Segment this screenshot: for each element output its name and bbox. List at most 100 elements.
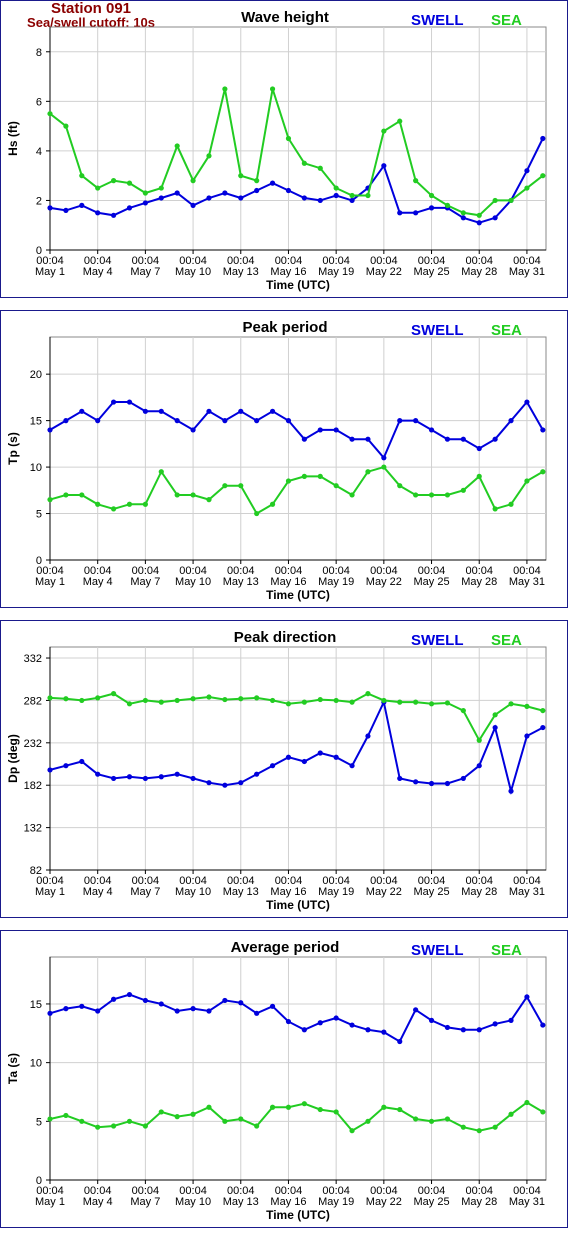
data-point-sea — [63, 492, 69, 498]
x-tick-date: May 16 — [270, 886, 306, 898]
data-point-swell — [190, 202, 196, 208]
y-tick-label: 232 — [24, 738, 42, 750]
data-point-swell — [285, 1018, 292, 1025]
data-point-sea — [285, 701, 292, 707]
data-point-sea — [317, 1106, 323, 1113]
data-point-swell — [110, 996, 117, 1002]
data-point-sea — [301, 699, 307, 705]
x-tick-date: May 28 — [461, 886, 497, 898]
data-point-swell — [444, 780, 451, 787]
data-point-sea — [79, 697, 85, 704]
plot-area — [49, 956, 547, 1181]
data-point-sea — [381, 697, 387, 704]
data-point-swell — [460, 775, 466, 782]
x-tick-date: May 22 — [366, 576, 402, 588]
x-tick-date: May 4 — [83, 576, 113, 588]
data-point-sea — [540, 173, 546, 179]
data-point-swell — [222, 190, 228, 196]
data-point-swell — [190, 775, 196, 782]
x-tick-date: May 16 — [270, 266, 306, 278]
data-point-swell — [254, 187, 260, 194]
data-point-swell — [492, 215, 498, 221]
x-tick-date: May 13 — [223, 266, 259, 278]
data-point-swell — [254, 771, 260, 777]
data-point-swell — [158, 195, 164, 201]
data-point-sea — [413, 178, 419, 184]
data-point-swell — [492, 1021, 498, 1027]
data-point-swell — [476, 763, 482, 769]
data-point-sea — [142, 1123, 148, 1129]
data-point-swell — [126, 991, 133, 998]
data-point-swell — [301, 1027, 307, 1033]
data-point-swell — [397, 1038, 403, 1045]
data-point-sea — [79, 173, 85, 179]
data-point-swell — [301, 758, 307, 765]
data-point-sea — [540, 1109, 546, 1115]
data-point-sea — [95, 501, 101, 507]
data-point-sea — [95, 1124, 101, 1130]
data-point-swell — [126, 774, 133, 780]
x-tick-date: May 10 — [175, 1196, 211, 1208]
data-point-sea — [476, 212, 482, 218]
data-point-swell — [142, 408, 148, 414]
data-point-sea — [381, 464, 387, 470]
chart-title: Average period — [231, 939, 340, 956]
legend-swell: SWELL — [411, 322, 464, 339]
x-tick-date: May 10 — [175, 266, 211, 278]
y-tick-label: 20 — [30, 369, 42, 381]
data-point-sea — [317, 165, 323, 171]
data-point-sea — [476, 473, 482, 479]
peak-period-panel: Peak period SWELL SEA 0 5 10 15 20 00:04 May 1 00:… — [0, 310, 568, 608]
y-axis-label: Hs (ft) — [6, 121, 20, 156]
data-point-sea — [47, 497, 53, 503]
data-point-sea — [333, 483, 339, 489]
data-point-swell — [413, 418, 419, 424]
data-point-sea — [142, 190, 148, 196]
data-point-swell — [238, 780, 244, 786]
data-point-sea — [365, 1118, 371, 1124]
data-point-swell — [492, 436, 498, 442]
data-point-sea — [126, 501, 133, 507]
data-point-swell — [333, 427, 339, 433]
y-tick-label: 10 — [30, 462, 42, 474]
chart-title: Peak direction — [234, 629, 337, 646]
data-point-swell — [174, 190, 180, 196]
data-point-swell — [444, 1024, 451, 1031]
data-point-sea — [492, 1124, 498, 1130]
data-point-swell — [222, 782, 228, 788]
data-point-swell — [428, 427, 435, 433]
data-point-swell — [238, 195, 244, 201]
x-tick-date: May 19 — [318, 1196, 354, 1208]
data-point-swell — [428, 205, 435, 211]
data-point-swell — [63, 763, 69, 769]
data-point-sea — [349, 192, 355, 199]
data-point-swell — [317, 750, 323, 756]
data-point-swell — [428, 780, 435, 787]
data-point-sea — [142, 501, 148, 507]
data-point-swell — [110, 399, 117, 405]
data-point-sea — [444, 700, 451, 706]
plot-area — [49, 646, 547, 871]
data-point-swell — [413, 779, 419, 785]
x-tick-date: May 7 — [130, 1196, 160, 1208]
data-point-sea — [508, 197, 514, 204]
x-tick-date: May 25 — [413, 576, 449, 588]
data-point-swell — [381, 163, 387, 169]
y-tick-label: 282 — [24, 695, 42, 707]
data-point-sea — [460, 210, 466, 216]
data-point-sea — [238, 173, 244, 179]
x-tick-date: May 19 — [318, 266, 354, 278]
wave-height-panel: Station 091 Sea/swell cutoff: 10s Wave h… — [0, 0, 568, 298]
legend-swell: SWELL — [411, 632, 464, 649]
x-tick-date: May 22 — [366, 1196, 402, 1208]
x-tick-date: May 1 — [35, 576, 65, 588]
x-axis-label: Time (UTC) — [266, 1208, 330, 1222]
x-tick-date: May 28 — [461, 576, 497, 588]
data-point-sea — [254, 1123, 260, 1129]
x-axis-label: Time (UTC) — [266, 898, 330, 912]
legend-swell: SWELL — [411, 942, 464, 959]
data-point-sea — [158, 469, 164, 475]
x-tick-date: May 19 — [318, 576, 354, 588]
wave-height-chart: Wave height SWELL SEA0246800:04May 100:04M… — [6, 9, 547, 292]
data-point-swell — [174, 418, 180, 424]
